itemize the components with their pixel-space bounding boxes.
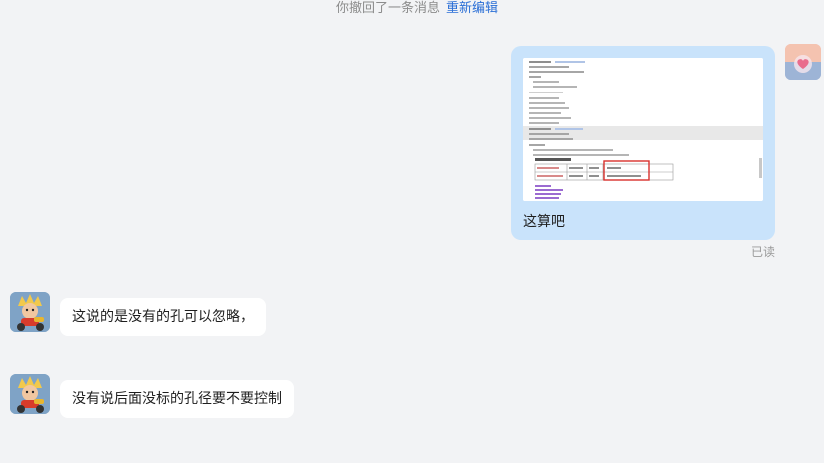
cartoon-rider-avatar-icon: [10, 374, 50, 414]
incoming-message-text: 没有说后面没标的孔径要不要控制: [72, 391, 282, 407]
outgoing-message-bubble[interactable]: 这算吧: [511, 46, 775, 240]
self-avatar[interactable]: [785, 44, 821, 80]
attached-document-screenshot[interactable]: [523, 58, 763, 201]
recall-notice: 你撤回了一条消息 重新编辑: [0, 0, 824, 18]
incoming-message-bubble[interactable]: 这说的是没有的孔可以忽略，: [60, 298, 266, 336]
outgoing-message-text: 这算吧: [523, 214, 565, 230]
cartoon-rider-avatar-icon: [10, 292, 50, 332]
peer-avatar[interactable]: [10, 374, 50, 414]
heart-avatar-icon: [785, 44, 821, 80]
incoming-message-text: 这说的是没有的孔可以忽略，: [72, 309, 254, 325]
read-status: 已读: [750, 245, 775, 259]
peer-avatar[interactable]: [10, 292, 50, 332]
incoming-message-bubble[interactable]: 没有说后面没标的孔径要不要控制: [60, 380, 294, 418]
recall-notice-text: 你撤回了一条消息: [335, 1, 440, 16]
reedit-link[interactable]: 重新编辑: [446, 1, 498, 16]
document-thumbnail-icon: [523, 58, 763, 201]
